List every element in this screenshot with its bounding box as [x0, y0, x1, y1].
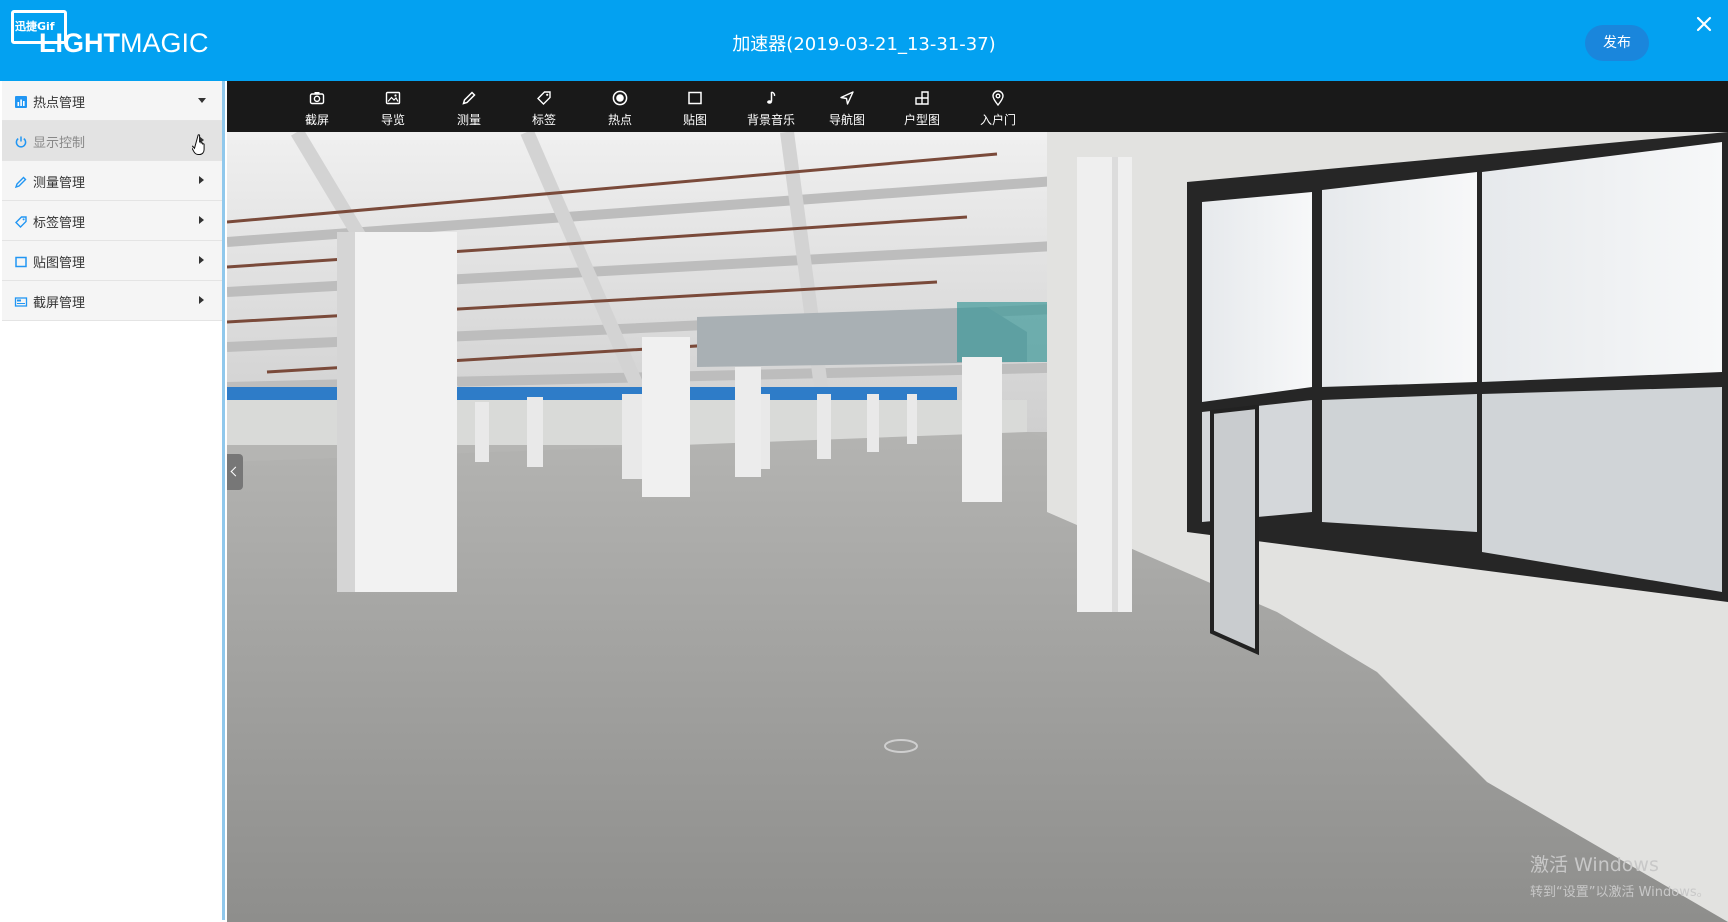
chevron-down-icon — [198, 98, 206, 103]
page-title: 加速器(2019-03-21_13-31-37) — [732, 34, 996, 55]
tool-sticker[interactable]: 贴图 — [663, 81, 727, 132]
tool-background-music[interactable]: 背景音乐 — [739, 81, 803, 132]
navigation-icon — [840, 91, 854, 105]
top-header: 迅捷Gif LIGHTMAGIC 加速器(2019-03-21_13-31-37… — [0, 0, 1728, 81]
sidebar-item-tag-management[interactable]: 标签管理 — [2, 201, 222, 241]
square-icon — [688, 91, 702, 105]
pencil-icon — [462, 91, 476, 105]
watermark-line-1: 激活 Windows — [1530, 854, 1659, 876]
tool-label: 热点 — [607, 113, 632, 127]
sidebar-item-label: 贴图管理 — [33, 256, 86, 271]
hotspot-icon — [612, 90, 628, 106]
camera-icon — [309, 92, 325, 105]
tag-icon — [537, 91, 551, 105]
tool-floor-plan[interactable]: 户型图 — [890, 81, 954, 132]
sidebar-item-display-control[interactable]: 显示控制 — [2, 121, 222, 161]
sidebar-item-label: 测量管理 — [33, 176, 86, 191]
panorama-scene — [227, 132, 1728, 922]
sidebar-item-screenshot-management[interactable]: 截屏管理 — [2, 281, 222, 321]
sidebar-item-label: 显示控制 — [33, 136, 86, 151]
sidebar-collapse-toggle[interactable] — [227, 454, 243, 490]
sidebar-item-hotspot-management[interactable]: 热点管理 — [2, 81, 222, 121]
music-icon — [767, 91, 776, 104]
app-window: 迅捷Gif LIGHTMAGIC 加速器(2019-03-21_13-31-37… — [0, 0, 1728, 922]
image-icon — [385, 91, 401, 105]
tool-label: 标签 — [531, 113, 556, 127]
tool-screenshot[interactable]: 截屏 — [285, 81, 349, 132]
tool-label: 入户门 — [979, 113, 1016, 127]
sidebar-item-measure-management[interactable]: 测量管理 — [2, 161, 222, 201]
tool-label: 截屏 — [304, 113, 329, 127]
tool-label: 背景音乐 — [746, 113, 795, 127]
chevron-right-icon — [199, 296, 204, 304]
tool-tag[interactable]: 标签 — [512, 81, 576, 132]
tag-icon — [14, 214, 28, 228]
windows-activation-watermark: 激活 Windows 转到“设置”以激活 Windows。 — [1530, 850, 1710, 900]
panorama-viewport[interactable]: 激活 Windows 转到“设置”以激活 Windows。 — [227, 132, 1728, 922]
tool-navigation-map[interactable]: 导航图 — [815, 81, 879, 132]
bar-chart-icon — [14, 94, 28, 108]
location-icon — [992, 90, 1004, 106]
floorplan-icon — [915, 91, 929, 105]
chevron-right-icon — [199, 256, 204, 264]
tool-measure[interactable]: 测量 — [437, 81, 501, 132]
toolbar: 截屏 导览 测量 标签 热点 贴图 背景音乐 导航图 户型图 入户门 — [227, 81, 1728, 132]
tool-label: 测量 — [456, 113, 481, 127]
pencil-icon — [14, 174, 28, 189]
tool-hotspot[interactable]: 热点 — [588, 81, 652, 132]
hand-cursor-icon — [192, 134, 205, 155]
tool-label: 户型图 — [903, 113, 940, 127]
chevron-right-icon — [199, 216, 204, 224]
power-icon — [14, 134, 28, 148]
square-icon — [14, 254, 28, 268]
tool-label: 导览 — [380, 113, 405, 127]
sidebar-item-label: 热点管理 — [33, 96, 86, 111]
sidebar: 热点管理 显示控制 测量管理 标签管理 贴图管理 截屏管理 — [2, 81, 225, 920]
chevron-right-icon — [199, 176, 204, 184]
tool-tour[interactable]: 导览 — [361, 81, 425, 132]
tool-entrance[interactable]: 入户门 — [966, 81, 1030, 132]
watermark-line-2: 转到“设置”以激活 Windows。 — [1530, 885, 1710, 900]
tool-label: 贴图 — [682, 113, 707, 127]
tool-label: 导航图 — [828, 113, 865, 127]
sidebar-item-label: 标签管理 — [33, 216, 86, 231]
sidebar-item-sticker-management[interactable]: 贴图管理 — [2, 241, 222, 281]
sidebar-item-label: 截屏管理 — [33, 296, 86, 311]
screenshot-icon — [14, 294, 28, 308]
close-icon[interactable] — [1694, 14, 1714, 34]
publish-button[interactable]: 发布 — [1585, 25, 1649, 61]
